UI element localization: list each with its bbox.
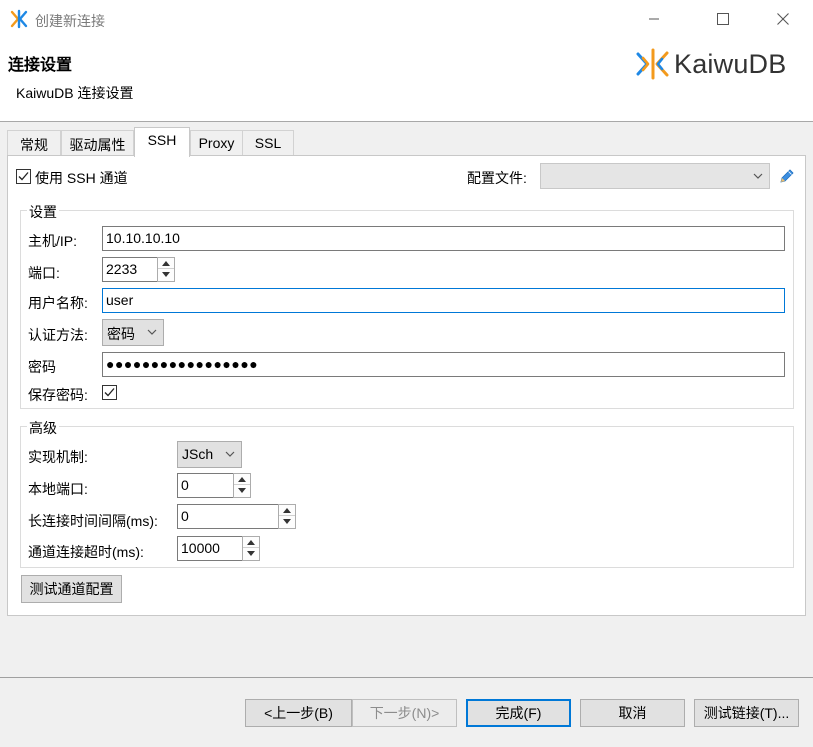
finish-button[interactable]: 完成(F) bbox=[466, 699, 571, 727]
tab-driver-properties[interactable]: 驱动属性 bbox=[61, 130, 134, 156]
user-label: 用户名称: bbox=[28, 295, 88, 311]
password-input[interactable]: ●●●●●●●●●●●●●●●●● bbox=[102, 352, 785, 377]
use-ssh-checkbox[interactable] bbox=[16, 169, 31, 184]
arrow-down-icon[interactable] bbox=[279, 516, 295, 527]
tab-ssl[interactable]: SSL bbox=[242, 130, 294, 156]
next-button[interactable]: 下一步(N)> bbox=[352, 699, 457, 727]
keepalive-label: 长连接时间间隔(ms): bbox=[28, 513, 158, 529]
arrow-up-icon[interactable] bbox=[243, 537, 259, 548]
timeout-label: 通道连接超时(ms): bbox=[28, 544, 144, 560]
checkmark-icon bbox=[104, 388, 115, 397]
dialog-header: 连接设置 KaiwuDB 连接设置 KaiwuDB bbox=[0, 38, 813, 122]
timeout-value[interactable]: 10000 bbox=[177, 536, 243, 561]
profile-label: 配置文件: bbox=[467, 170, 527, 186]
keepalive-stepper[interactable] bbox=[278, 504, 296, 529]
arrow-down-icon[interactable] bbox=[158, 269, 174, 280]
arrow-up-icon[interactable] bbox=[234, 474, 250, 485]
kaiwudb-logo: KaiwuDB bbox=[636, 47, 786, 81]
kaiwudb-logo-icon bbox=[636, 48, 669, 80]
auth-method-value: 密码 bbox=[107, 326, 135, 342]
minimize-icon bbox=[649, 18, 659, 20]
test-tunnel-button[interactable]: 测试通道配置 bbox=[21, 575, 122, 603]
implementation-value: JSch bbox=[182, 446, 214, 462]
kaiwudb-app-icon bbox=[10, 9, 28, 29]
arrow-up-icon[interactable] bbox=[158, 258, 174, 269]
save-password-checkbox[interactable] bbox=[102, 385, 117, 400]
tab-general[interactable]: 常规 bbox=[7, 130, 61, 156]
test-connection-button[interactable]: 测试链接(T)... bbox=[694, 699, 799, 727]
implementation-select[interactable]: JSch bbox=[177, 441, 242, 468]
tab-ssh[interactable]: SSH bbox=[134, 127, 190, 157]
port-value[interactable]: 2233 bbox=[102, 257, 158, 282]
timeout-spinner[interactable]: 10000 bbox=[177, 536, 261, 561]
arrow-down-icon[interactable] bbox=[234, 485, 250, 496]
chevron-down-icon bbox=[225, 451, 235, 457]
auth-method-label: 认证方法: bbox=[28, 327, 88, 343]
footer-divider bbox=[0, 677, 813, 678]
minimize-button[interactable] bbox=[631, 0, 677, 38]
port-label: 端口: bbox=[28, 265, 60, 281]
use-ssh-label: 使用 SSH 通道 bbox=[35, 170, 128, 186]
keepalive-value[interactable]: 0 bbox=[177, 504, 279, 529]
maximize-icon bbox=[717, 13, 729, 25]
settings-group-title: 设置 bbox=[27, 202, 59, 222]
keepalive-spinner[interactable]: 0 bbox=[177, 504, 297, 529]
chevron-down-icon bbox=[753, 173, 763, 179]
ssh-panel: 使用 SSH 通道 配置文件: 设置 主机/IP: 10.10.10.10 端口… bbox=[7, 155, 806, 616]
local-port-spinner[interactable]: 0 bbox=[177, 473, 252, 498]
page-subtitle: KaiwuDB 连接设置 bbox=[16, 85, 134, 101]
page-title: 连接设置 bbox=[8, 57, 73, 74]
advanced-group-title: 高级 bbox=[27, 418, 59, 438]
host-label: 主机/IP: bbox=[28, 233, 78, 249]
window-title: 创建新连接 bbox=[35, 13, 105, 29]
auth-method-select[interactable]: 密码 bbox=[102, 319, 164, 346]
profile-select[interactable] bbox=[540, 163, 770, 189]
tab-proxy[interactable]: Proxy bbox=[190, 130, 243, 156]
close-button[interactable] bbox=[760, 0, 806, 38]
title-bar: 创建新连接 bbox=[0, 0, 813, 38]
local-port-value[interactable]: 0 bbox=[177, 473, 234, 498]
port-spinner[interactable]: 2233 bbox=[102, 257, 176, 282]
timeout-stepper[interactable] bbox=[242, 536, 260, 561]
password-label: 密码 bbox=[28, 359, 56, 375]
close-icon bbox=[777, 13, 789, 25]
back-button[interactable]: <上一步(B) bbox=[245, 699, 352, 727]
port-stepper[interactable] bbox=[157, 257, 175, 282]
checkmark-icon bbox=[18, 172, 29, 181]
cancel-button[interactable]: 取消 bbox=[580, 699, 685, 727]
save-password-label: 保存密码: bbox=[28, 387, 88, 403]
host-input[interactable]: 10.10.10.10 bbox=[102, 226, 785, 251]
arrow-up-icon[interactable] bbox=[279, 505, 295, 516]
local-port-stepper[interactable] bbox=[233, 473, 251, 498]
logo-text: KaiwuDB bbox=[674, 48, 787, 79]
maximize-button[interactable] bbox=[700, 0, 746, 38]
edit-pencil-icon[interactable] bbox=[778, 167, 794, 185]
arrow-down-icon[interactable] bbox=[243, 548, 259, 559]
implementation-label: 实现机制: bbox=[28, 449, 88, 465]
local-port-label: 本地端口: bbox=[28, 481, 88, 497]
user-input[interactable]: user bbox=[102, 288, 785, 313]
chevron-down-icon bbox=[147, 329, 157, 335]
